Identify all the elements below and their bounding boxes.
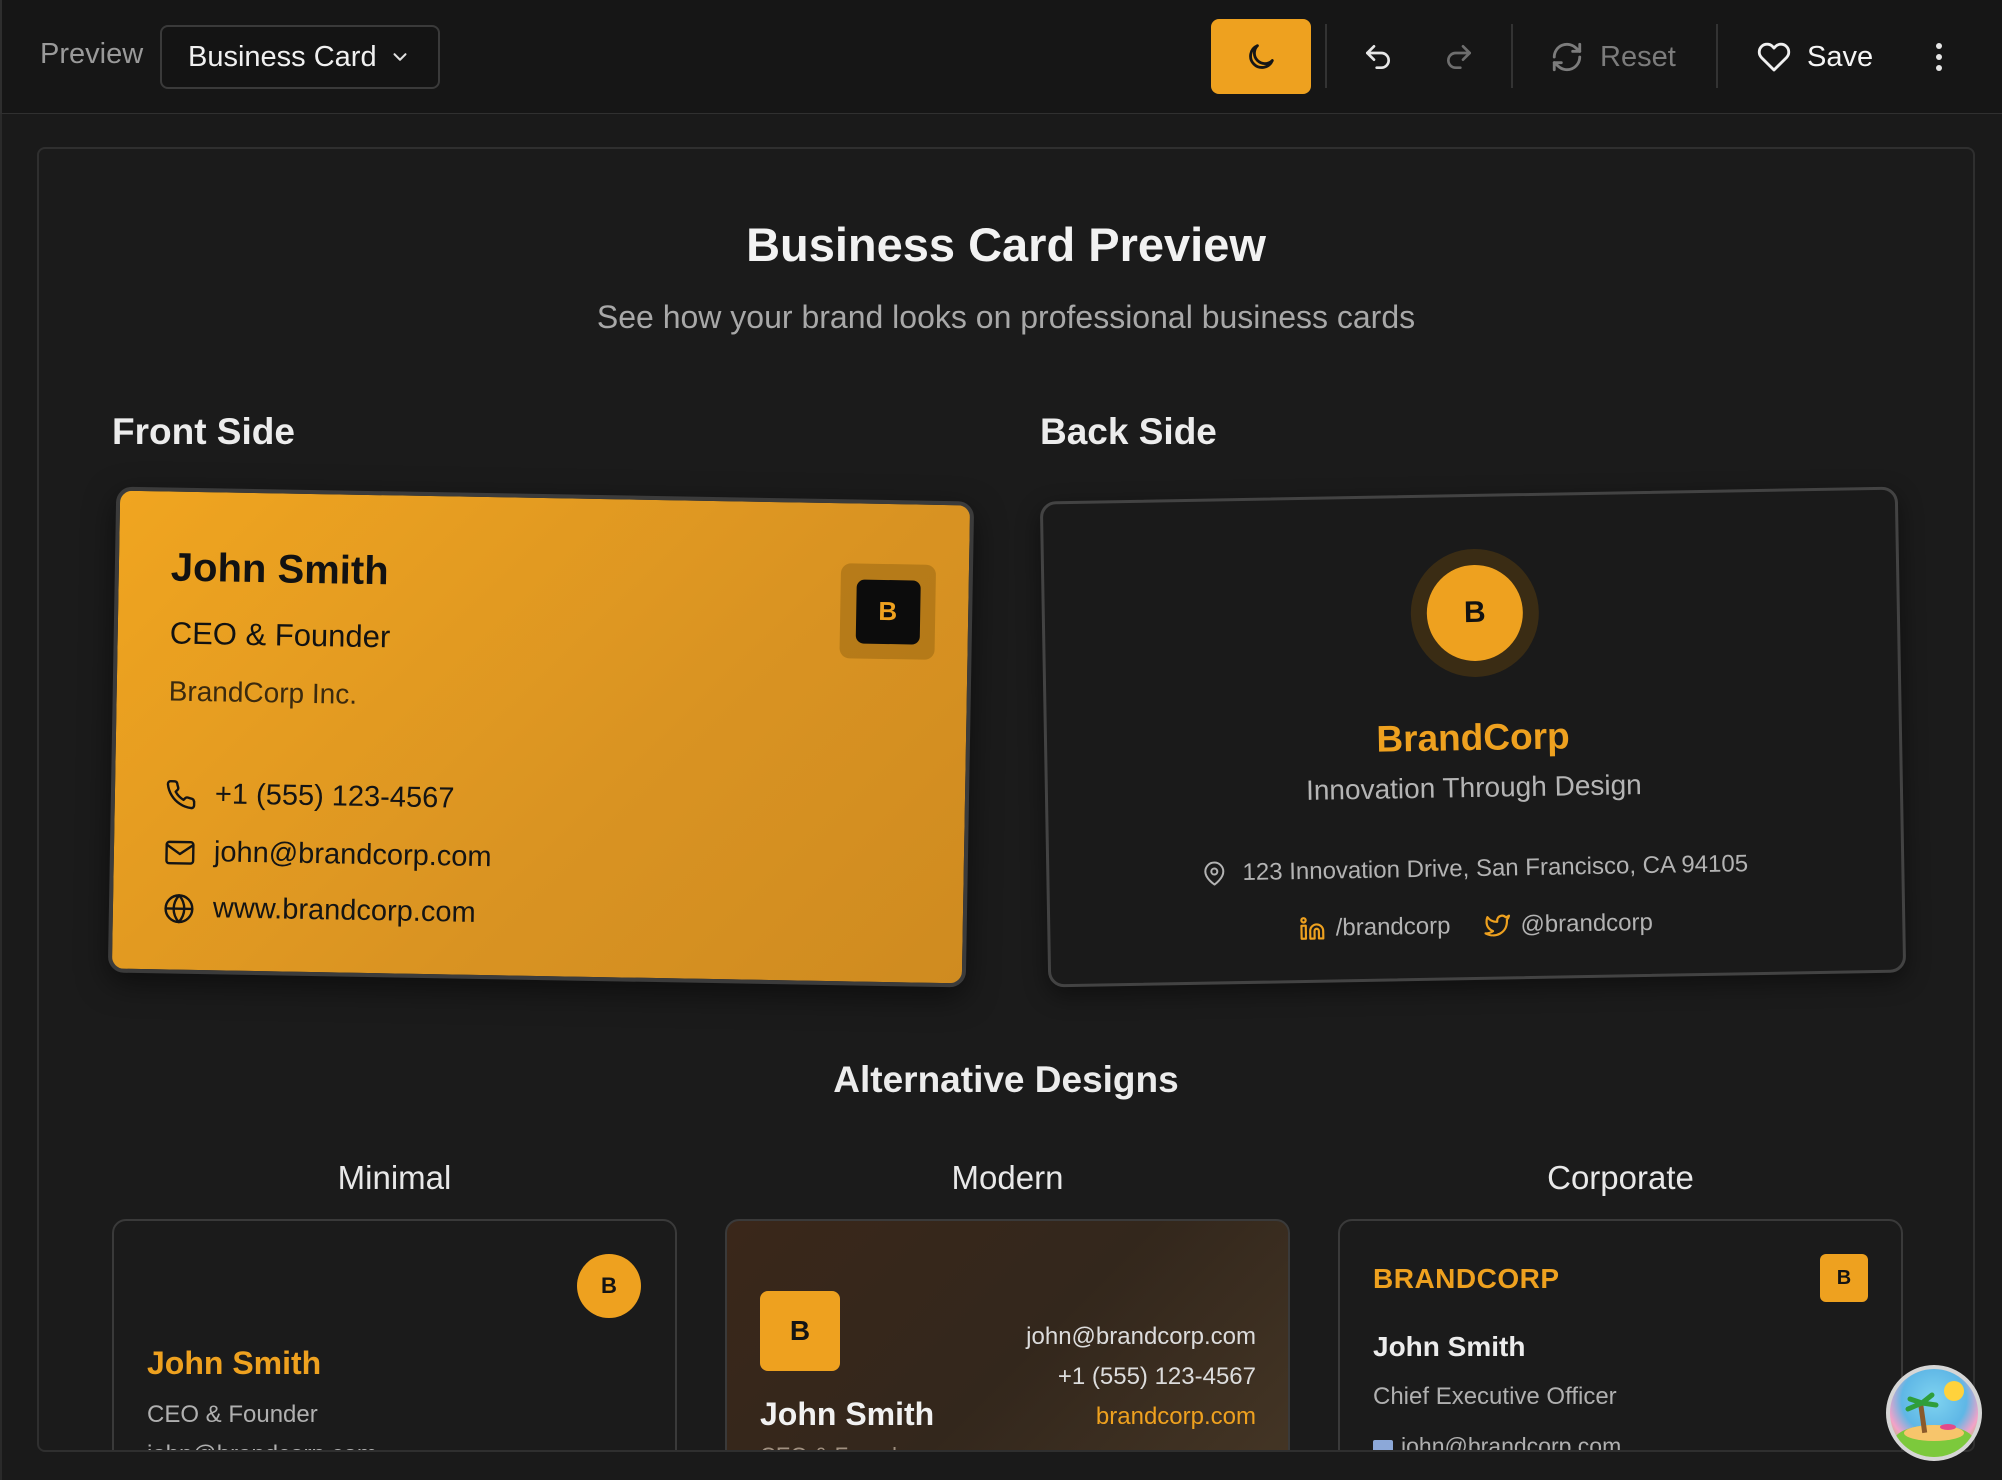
- card-company: BrandCorp Inc.: [168, 675, 358, 710]
- map-pin-icon: [1204, 861, 1225, 886]
- corporate-label: Corporate: [1547, 1159, 1694, 1196]
- card-role: Chief Executive Officer: [1373, 1383, 1617, 1410]
- brand-logo: B: [577, 1254, 641, 1318]
- toolbar-divider: [1511, 24, 1513, 88]
- redo-icon: [1447, 45, 1471, 69]
- website-row: www.brandcorp.com: [163, 891, 476, 929]
- mail-icon: [165, 840, 195, 865]
- globe-icon: [164, 893, 194, 923]
- brand-tagline: Innovation Through Design: [1305, 769, 1642, 806]
- heart-icon: [1757, 42, 1791, 72]
- card-name: John Smith: [147, 1345, 322, 1381]
- card-email: john@brandcorp.com: [147, 1441, 377, 1450]
- card-role: CEO & Founder: [169, 615, 391, 655]
- twitter-handle: @brandcorp: [1520, 908, 1654, 939]
- modern-card[interactable]: B John Smith CEO & Founder john@brandcor…: [725, 1219, 1290, 1450]
- address-row: 123 Innovation Drive, San Francisco, CA …: [1049, 848, 1901, 891]
- brand-logo: B: [1426, 564, 1524, 662]
- brand-logo: B: [855, 578, 921, 645]
- social-links: /brandcorp @brandcorp: [1050, 905, 1902, 948]
- envelope-icon: [1373, 1439, 1393, 1450]
- undo-button[interactable]: [1351, 30, 1405, 84]
- front-business-card: John Smith CEO & Founder BrandCorp Inc. …: [107, 486, 975, 988]
- twitter-link: @brandcorp: [1484, 909, 1653, 940]
- phone-row: +1 (555) 123-4567: [165, 777, 455, 815]
- card-role: CEO & Founder: [760, 1443, 917, 1450]
- reset-label: Reset: [1600, 40, 1676, 73]
- card-email-row: john@brandcorp.com: [1373, 1433, 1622, 1452]
- card-name: John Smith: [1373, 1331, 1526, 1362]
- card-email: john@brandcorp.com: [1026, 1323, 1256, 1350]
- palm-tree-icon: [1894, 1381, 1974, 1457]
- brand-name: BrandCorp: [1376, 715, 1570, 760]
- chevron-down-icon: [393, 53, 407, 61]
- linkedin-link: /brandcorp: [1299, 912, 1451, 943]
- card-role: CEO & Founder: [147, 1401, 318, 1428]
- brand-logo: B: [1820, 1254, 1868, 1302]
- phone-text: +1 (555) 123-4567: [214, 778, 455, 815]
- card-logo-frame: B: [839, 563, 937, 660]
- refresh-icon: [1552, 42, 1582, 72]
- twitter-icon: [1484, 914, 1511, 937]
- linkedin-handle: /brandcorp: [1335, 912, 1451, 942]
- back-business-card: B BrandCorp Innovation Through Design 12…: [1039, 486, 1907, 988]
- email-row: john@brandcorp.com: [164, 835, 492, 874]
- brand-logo: B: [760, 1291, 840, 1371]
- address-text: 123 Innovation Drive, San Francisco, CA …: [1242, 850, 1749, 887]
- card-email: john@brandcorp.com: [1401, 1433, 1622, 1452]
- minimal-label: Minimal: [337, 1159, 452, 1196]
- more-vertical-icon: [1936, 43, 1942, 71]
- linkedin-icon: [1300, 917, 1325, 940]
- save-label: Save: [1807, 40, 1874, 73]
- more-options-button[interactable]: [1919, 30, 1959, 84]
- toolbar-divider: [1716, 24, 1718, 88]
- moon-icon: [1249, 43, 1274, 69]
- card-name: John Smith: [170, 545, 390, 594]
- modern-label: Modern: [951, 1159, 1064, 1196]
- theme-toggle-button[interactable]: [1211, 19, 1311, 94]
- user-avatar-button[interactable]: [1886, 1365, 1982, 1461]
- toolbar-divider: [1325, 24, 1327, 88]
- logo-ring: B: [1409, 547, 1540, 679]
- top-toolbar: Preview Business Card Reset Save: [0, 0, 2002, 114]
- minimal-card[interactable]: B John Smith CEO & Founder john@brandcor…: [112, 1219, 677, 1450]
- corporate-card[interactable]: BRANDCORP B John Smith Chief Executive O…: [1338, 1219, 1903, 1452]
- template-select-value: Business Card: [188, 40, 377, 73]
- save-button[interactable]: Save: [1757, 30, 1873, 84]
- email-text: john@brandcorp.com: [213, 836, 492, 874]
- left-edge-divider: [0, 114, 2, 1480]
- card-website: brandcorp.com: [1095, 1403, 1256, 1430]
- alternatives-heading: Alternative Designs: [833, 1059, 1179, 1100]
- front-side-heading: Front Side: [112, 411, 295, 452]
- website-text: www.brandcorp.com: [212, 892, 476, 929]
- card-phone: +1 (555) 123-4567: [1057, 1363, 1256, 1390]
- reset-button[interactable]: Reset: [1550, 30, 1676, 84]
- brand-name: BRANDCORP: [1373, 1263, 1560, 1294]
- card-name: John Smith: [760, 1396, 935, 1432]
- page-title: Business Card Preview: [746, 218, 1266, 271]
- undo-icon: [1366, 45, 1390, 69]
- back-side-heading: Back Side: [1040, 411, 1217, 452]
- page-subtitle: See how your brand looks on professional…: [596, 299, 1416, 335]
- preview-panel: Business Card Preview See how your brand…: [37, 147, 1975, 1452]
- phone-icon: [166, 779, 196, 809]
- template-select[interactable]: Business Card: [160, 25, 440, 89]
- redo-button[interactable]: [1432, 30, 1486, 84]
- preview-label: Preview: [40, 38, 144, 70]
